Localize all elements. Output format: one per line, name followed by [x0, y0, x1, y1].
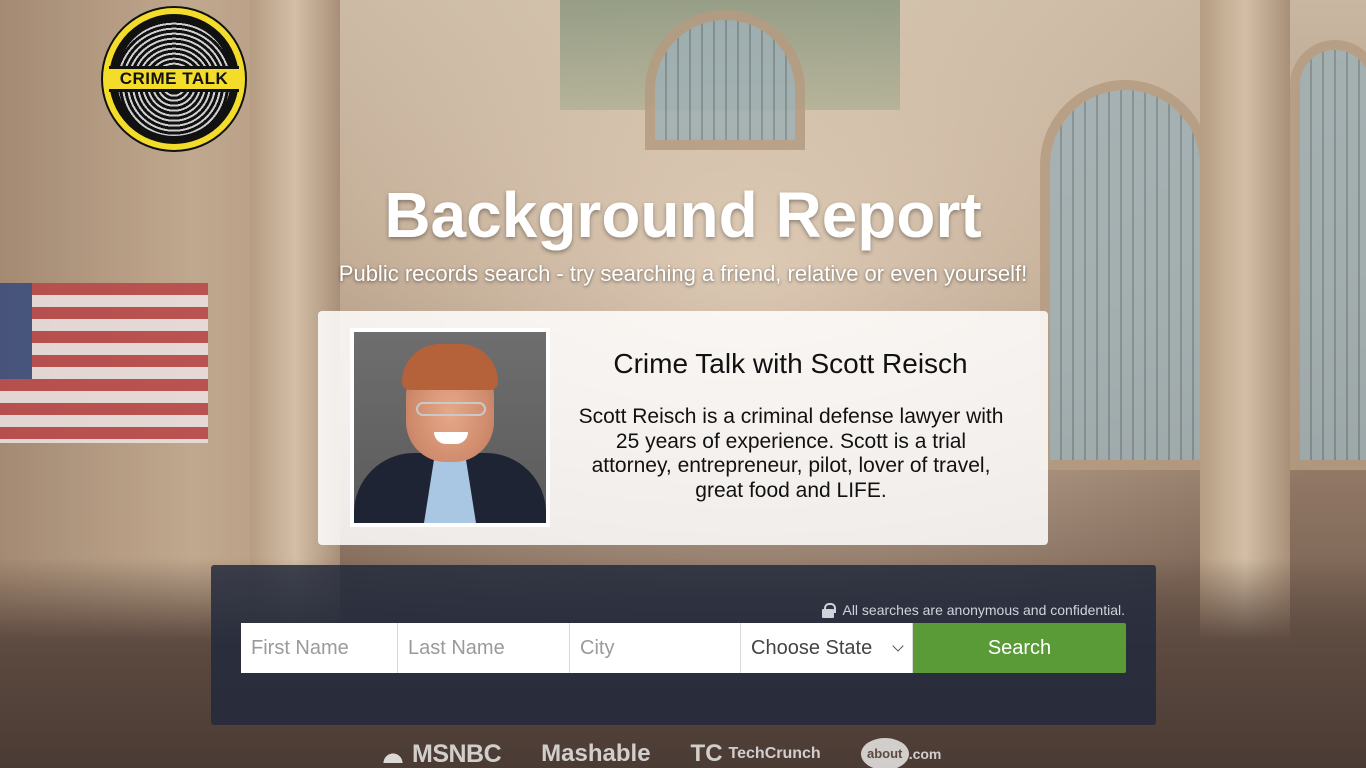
american-flag [0, 283, 208, 443]
techcrunch-icon: TC [690, 740, 723, 767]
about-bubble-icon: about [860, 738, 909, 768]
search-form: Choose State Search [241, 623, 1126, 673]
search-button[interactable]: Search [913, 623, 1126, 673]
msnbc-logo: MSNBC [378, 740, 502, 768]
profile-title: Crime Talk with Scott Reisch [613, 348, 968, 379]
state-select[interactable]: Choose State [741, 623, 913, 673]
profile-card: Crime Talk with Scott Reisch Scott Reisc… [318, 311, 1048, 545]
lock-icon [822, 602, 837, 618]
profile-bio: Scott Reisch is a criminal defense lawye… [578, 405, 1004, 502]
press-logos: MSNBC Mashable TC TechCrunch about .com [378, 738, 941, 768]
logo-text: CRIME TALK [109, 66, 239, 92]
search-panel: All searches are anonymous and confident… [211, 565, 1156, 725]
techcrunch-logo: TC TechCrunch [690, 740, 821, 767]
privacy-note: All searches are anonymous and confident… [822, 602, 1125, 618]
about-logo: about .com [860, 738, 941, 768]
peacock-icon [378, 745, 408, 763]
chevron-down-icon [892, 640, 904, 652]
state-select-value: Choose State [751, 636, 873, 659]
page-title: Background Report [384, 179, 982, 251]
mashable-logo: Mashable [541, 740, 651, 767]
crime-talk-logo[interactable]: CRIME TALK [103, 8, 245, 150]
first-name-input[interactable] [241, 623, 398, 673]
background-arch [1290, 40, 1366, 470]
privacy-text: All searches are anonymous and confident… [842, 602, 1125, 618]
last-name-input[interactable] [398, 623, 570, 673]
city-input[interactable] [570, 623, 741, 673]
page-subtitle: Public records search - try searching a … [338, 261, 1028, 286]
profile-photo [350, 328, 550, 527]
